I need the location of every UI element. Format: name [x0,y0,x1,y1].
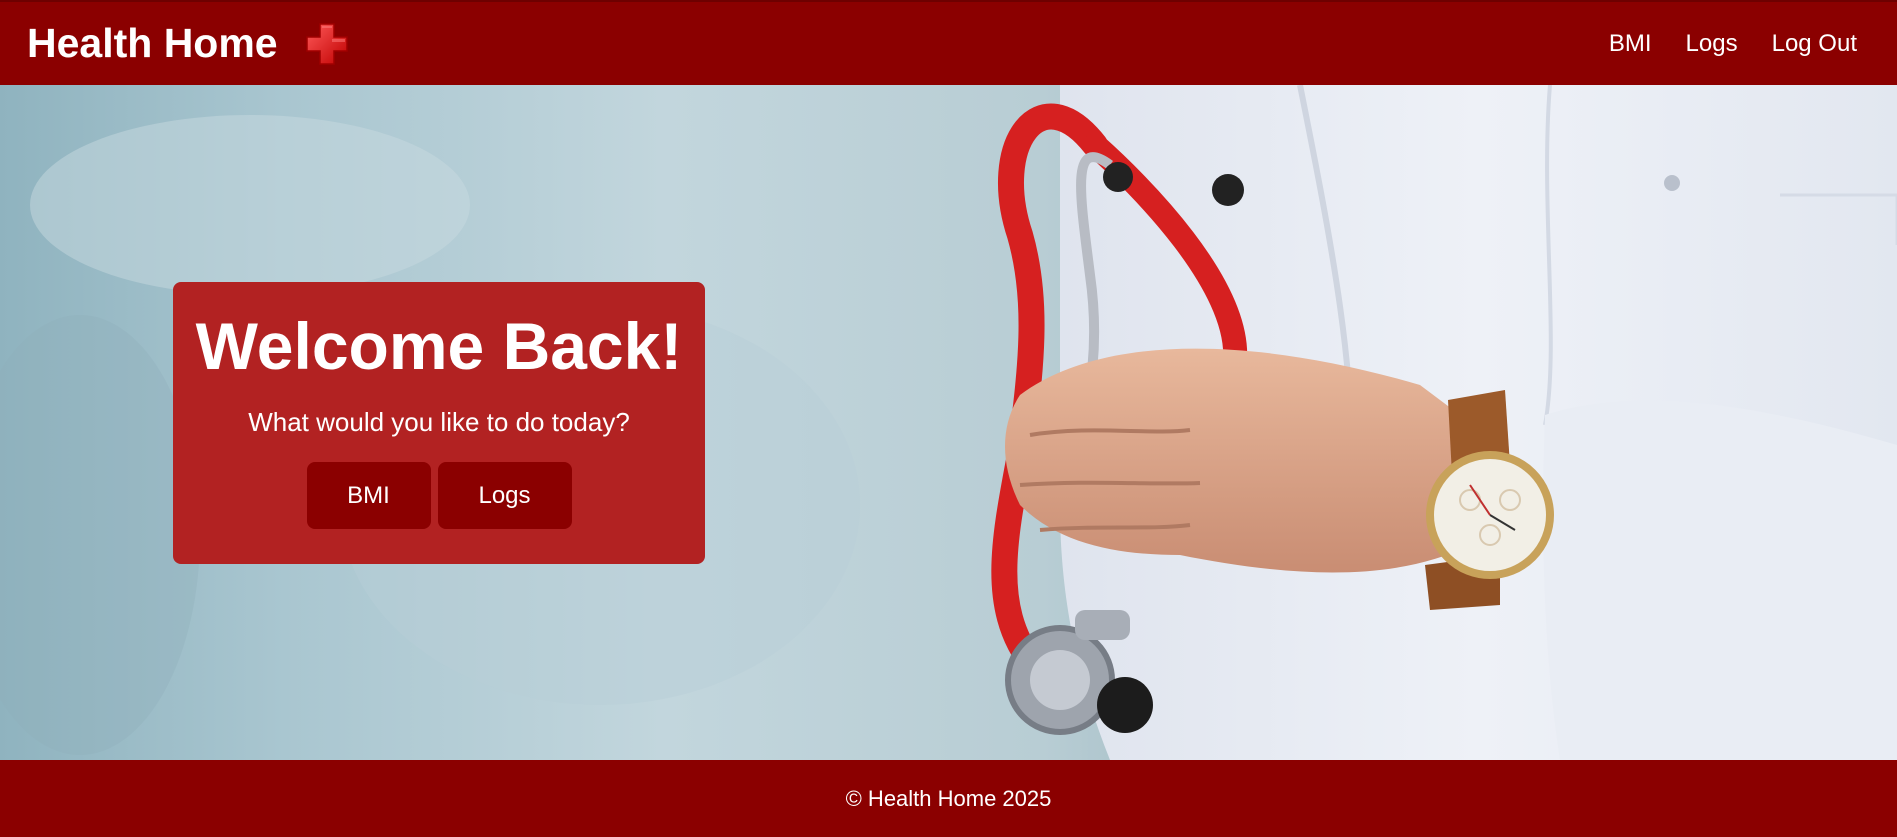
red-cross-icon [305,22,348,65]
welcome-subtitle: What would you like to do today? [248,407,630,437]
nav-link-logs[interactable]: Logs [1686,30,1738,58]
welcome-card: Welcome Back! What would you like to do … [173,282,705,564]
nav-links: BMI Logs Log Out [1575,30,1857,58]
navbar: Health Home BMI Logs Log Out [0,0,1897,85]
footer: © Health Home 2025 [0,760,1897,837]
nav-link-bmi[interactable]: BMI [1609,30,1652,58]
brand[interactable]: Health Home [27,20,351,68]
brand-title[interactable]: Health Home [27,20,278,67]
card-buttons: BMI Logs [306,462,572,529]
nav-link-log-out[interactable]: Log Out [1772,30,1857,58]
welcome-title: Welcome Back! [195,309,683,383]
footer-copyright: © Health Home 2025 [845,785,1052,811]
bmi-button[interactable]: BMI [306,462,431,529]
hero-section: Welcome Back! What would you like to do … [0,85,1897,760]
logs-button[interactable]: Logs [437,462,572,529]
